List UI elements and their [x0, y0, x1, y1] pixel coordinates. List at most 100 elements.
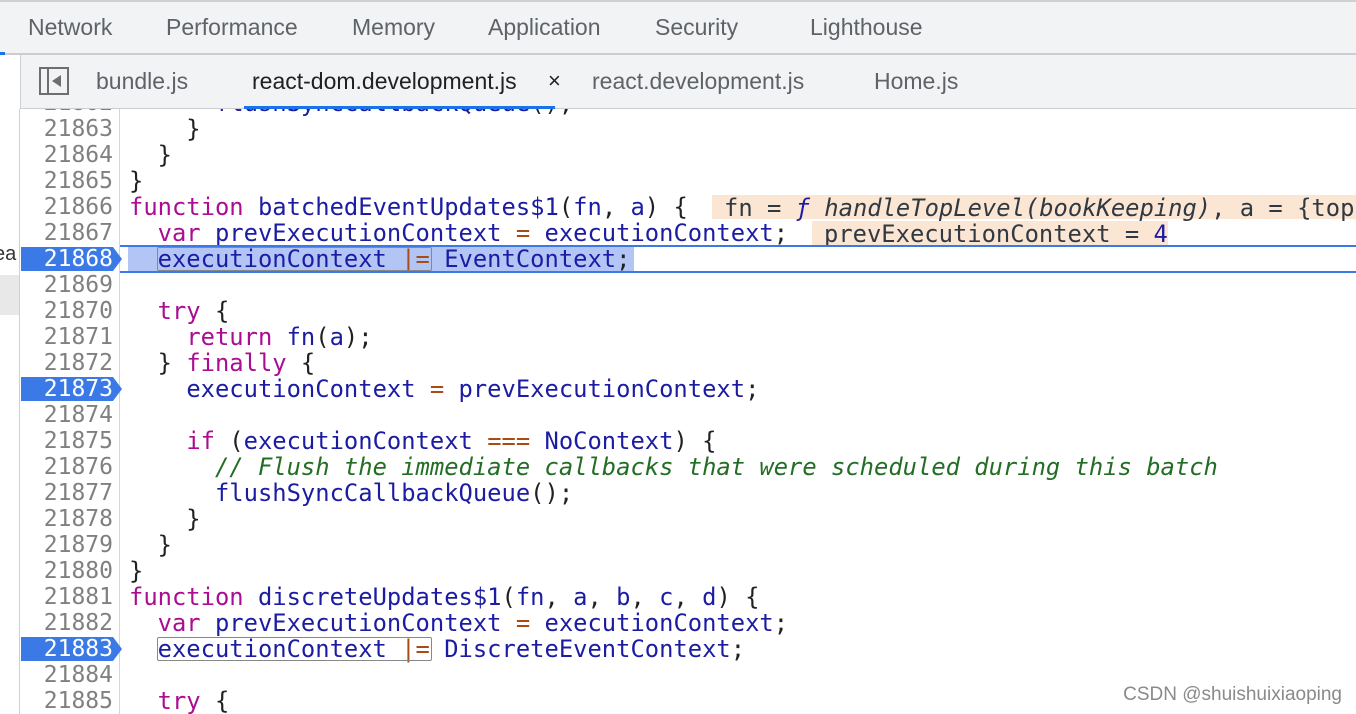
- inline-function-value: handleTopLevel(bookKeeping): [809, 194, 1212, 222]
- code-token: DiscreteEventContext: [444, 635, 731, 663]
- code-token: ;: [616, 245, 631, 273]
- code-line: 21870 try {: [20, 298, 1356, 324]
- code-token: =: [515, 219, 531, 247]
- code-token: ,: [544, 583, 574, 611]
- code-line: 21874: [20, 402, 1356, 428]
- code-token: var: [157, 219, 201, 247]
- code-token: c: [659, 583, 674, 611]
- code-line: 21871 return fn(a);: [20, 324, 1356, 350]
- code-token: =: [429, 375, 445, 403]
- line-number[interactable]: 21873: [20, 376, 113, 402]
- line-number[interactable]: 21872: [20, 350, 113, 376]
- line-number[interactable]: 21865: [20, 168, 113, 194]
- line-number[interactable]: 21878: [20, 506, 113, 532]
- code-token: executionContext: [243, 427, 473, 455]
- line-number[interactable]: 21869: [20, 272, 113, 298]
- line-number[interactable]: 21864: [20, 142, 113, 168]
- tab-performance[interactable]: Performance: [166, 14, 298, 41]
- code-token: }: [129, 531, 172, 559]
- code-token: ) {: [673, 427, 717, 455]
- line-number[interactable]: 21876: [20, 454, 113, 480]
- code-text: // Flush the immediate callbacks that we…: [129, 454, 1218, 480]
- line-number[interactable]: 21877: [20, 480, 113, 506]
- evaluated-expression-box: [157, 247, 432, 271]
- code-text: var prevExecutionContext = executionCont…: [129, 610, 788, 636]
- code-token: EventContext: [444, 245, 617, 273]
- code-text: var prevExecutionContext = executionCont…: [129, 220, 788, 246]
- line-number[interactable]: 21880: [20, 558, 113, 584]
- inline-variable-values: fn = ƒ handleTopLevel(bookKeeping), a = …: [712, 194, 1356, 222]
- code-line: 21882 var prevExecutionContext = executi…: [20, 610, 1356, 636]
- tab-lighthouse[interactable]: Lighthouse: [810, 14, 923, 41]
- code-line: 21883 executionContext |= DiscreteEventC…: [20, 636, 1356, 662]
- line-number[interactable]: 21863: [20, 116, 113, 142]
- file-tab-bundle[interactable]: bundle.js: [96, 68, 188, 95]
- inline-value-number: 4: [1153, 220, 1168, 248]
- line-number[interactable]: 21862: [20, 109, 113, 116]
- code-line: 21863 }: [20, 116, 1356, 142]
- file-tab-react[interactable]: react.development.js: [592, 68, 804, 95]
- file-tab-react-dom[interactable]: react-dom.development.js: [244, 68, 555, 109]
- code-line: 21878 }: [20, 506, 1356, 532]
- line-number[interactable]: 21884: [20, 662, 113, 688]
- code-line: 21869: [20, 272, 1356, 298]
- code-token: d: [702, 583, 717, 611]
- code-token: function: [129, 193, 244, 221]
- code-text: } finally {: [129, 349, 316, 377]
- code-line: 21865}: [20, 168, 1356, 194]
- code-token: ();: [530, 479, 574, 507]
- code-token: // Flush the immediate callbacks that we…: [214, 453, 1218, 481]
- code-line: 21879 }: [20, 532, 1356, 558]
- line-number[interactable]: 21881: [20, 584, 113, 610]
- line-number[interactable]: 21871: [20, 324, 113, 350]
- code-token: finally: [186, 349, 287, 377]
- code-token: prevExecutionContext: [458, 375, 746, 403]
- code-token: discreteUpdates$1: [257, 583, 502, 611]
- code-token: executionContext: [544, 609, 774, 637]
- code-token: ,: [587, 583, 617, 611]
- code-text: }: [129, 532, 172, 558]
- line-number[interactable]: 21885: [20, 688, 113, 714]
- code-token: ;: [745, 375, 760, 403]
- tab-memory[interactable]: Memory: [352, 14, 435, 41]
- line-number[interactable]: 21866: [20, 194, 113, 220]
- code-token: executionContext: [186, 375, 416, 403]
- code-token: );: [343, 323, 373, 351]
- code-token: (: [501, 583, 516, 611]
- code-token: (: [558, 193, 574, 221]
- tab-network[interactable]: Network: [28, 14, 112, 41]
- close-tab-icon[interactable]: ×: [548, 68, 561, 94]
- line-number[interactable]: 21874: [20, 402, 113, 428]
- line-number[interactable]: 21882: [20, 610, 113, 636]
- panel-tab-bar: Network Performance Memory Application S…: [0, 0, 1356, 55]
- line-number[interactable]: 21870: [20, 298, 113, 324]
- code-editor[interactable]: 21862 flushSyncCallbackQueue();21863 }21…: [20, 109, 1356, 714]
- code-token: ;: [730, 635, 746, 663]
- code-token: }: [129, 349, 187, 377]
- line-number[interactable]: 21868: [20, 246, 113, 272]
- code-text: function batchedEventUpdates$1(fn, a) {: [129, 194, 688, 220]
- toggle-navigator-icon[interactable]: [39, 67, 69, 95]
- code-text: executionContext = prevExecutionContext;: [129, 376, 759, 402]
- code-token: (: [315, 323, 330, 351]
- code-token: ) {: [644, 193, 688, 221]
- code-text: flushSyncCallbackQueue();: [129, 480, 573, 506]
- code-token: b: [616, 583, 631, 611]
- line-number[interactable]: 21875: [20, 428, 113, 454]
- file-tab-home[interactable]: Home.js: [874, 68, 958, 95]
- tab-application[interactable]: Application: [488, 14, 601, 41]
- evaluated-expression-box: [157, 637, 432, 661]
- tab-security[interactable]: Security: [655, 14, 738, 41]
- line-number[interactable]: 21883: [20, 636, 113, 662]
- navigator-text-fragment: ea: [0, 243, 17, 265]
- line-number[interactable]: 21867: [20, 220, 113, 246]
- line-number[interactable]: 21879: [20, 532, 113, 558]
